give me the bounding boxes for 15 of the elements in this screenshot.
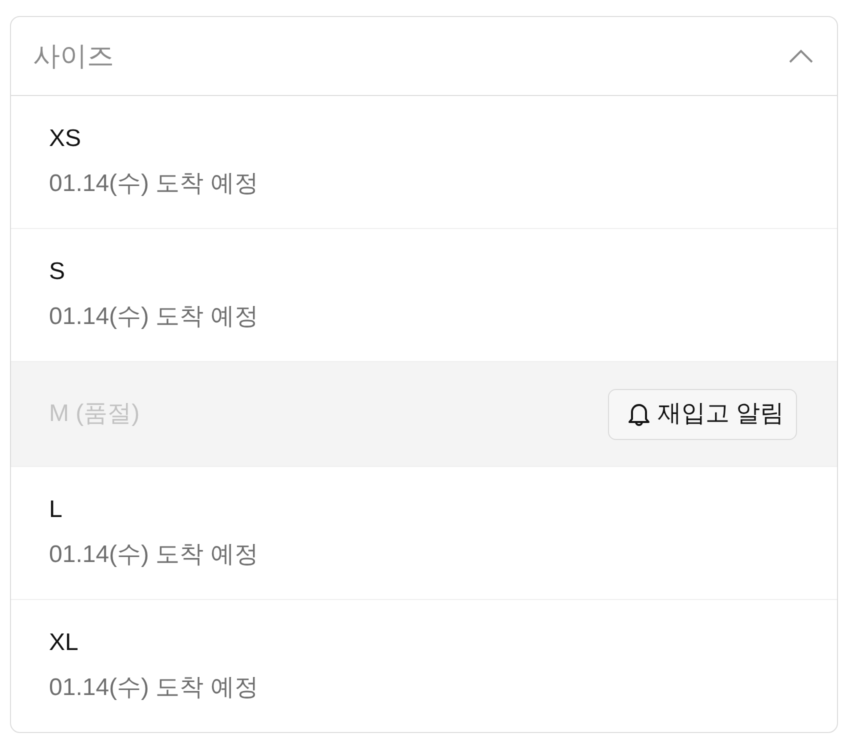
delivery-date-text: 01.14(수) 도착 예정: [49, 672, 260, 703]
size-option-row[interactable]: XL 01.14(수) 도착 예정: [11, 600, 837, 732]
size-label: XL: [49, 628, 80, 658]
delivery-date-text: 01.14(수) 도착 예정: [49, 169, 260, 199]
size-option-row[interactable]: XS 01.14(수) 도착 예정: [11, 96, 837, 229]
size-label: L: [49, 494, 64, 525]
size-select-label: 사이즈: [33, 40, 114, 72]
delivery-date-text: 01.14(수) 도착 예정: [49, 540, 260, 570]
size-option-row[interactable]: L 01.14(수) 도착 예정: [11, 466, 837, 600]
chevron-up-icon[interactable]: [789, 49, 813, 63]
size-label: S: [49, 257, 66, 287]
bell-icon: [627, 401, 652, 428]
restock-alert-button[interactable]: 재입고 알림: [608, 389, 797, 440]
size-label: XS: [49, 124, 82, 154]
delivery-date-text: 01.14(수) 도착 예정: [49, 302, 260, 332]
